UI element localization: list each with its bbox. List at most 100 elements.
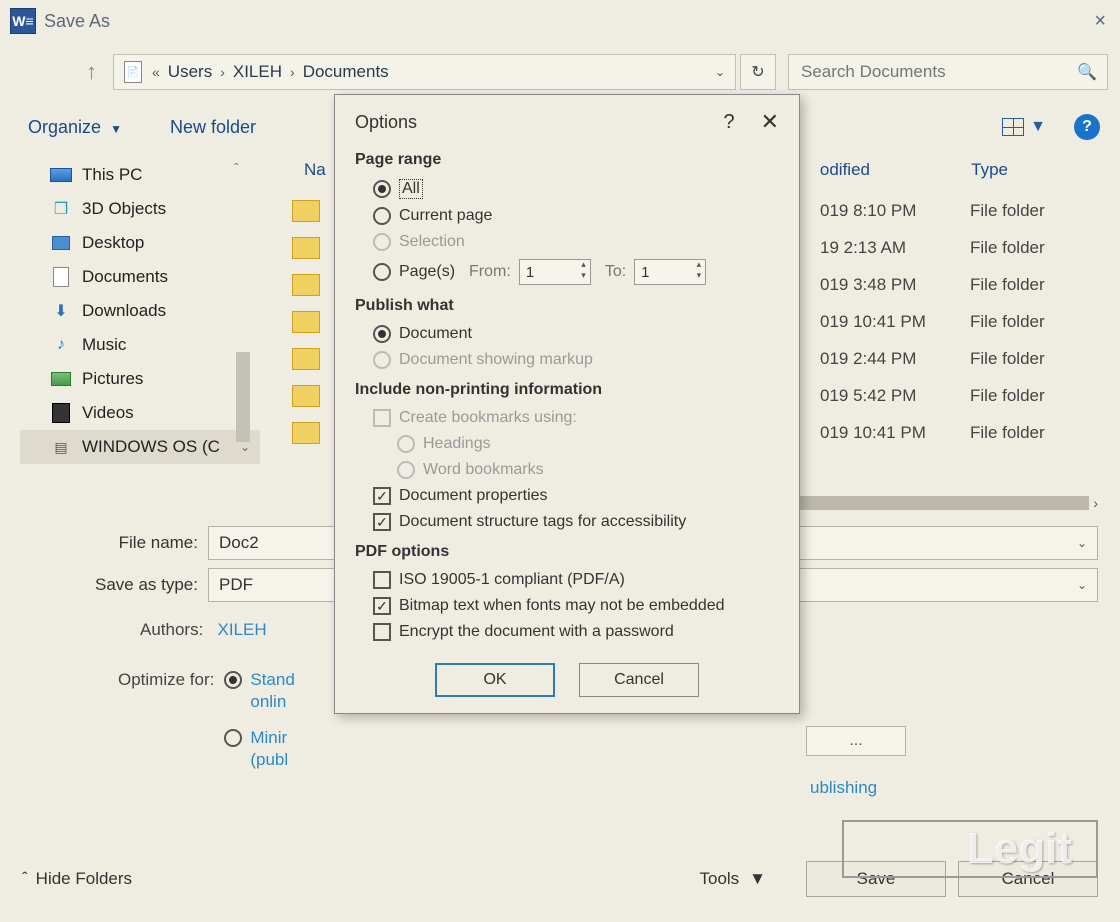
page-range-pages-label: Page(s) — [399, 263, 455, 281]
optimize-minimum-radio[interactable]: Minir — [224, 728, 294, 748]
vertical-scrollbar[interactable] — [236, 352, 250, 442]
checkbox-icon — [373, 513, 391, 531]
refresh-button[interactable]: ↻ — [740, 54, 776, 90]
pictures-icon — [51, 372, 71, 386]
help-button[interactable]: ? — [1074, 114, 1100, 140]
bookmarks-word-radio: Word bookmarks — [355, 457, 779, 483]
folder-icon — [292, 348, 320, 370]
folder-icon — [292, 385, 320, 407]
iso-compliant-label: ISO 19005-1 compliant (PDF/A) — [399, 571, 625, 589]
pc-icon — [50, 168, 72, 182]
chevron-down-icon[interactable]: ⌄ — [240, 440, 250, 454]
cell-date: 019 10:41 PM — [820, 312, 970, 332]
column-header-type[interactable]: Type — [971, 160, 1008, 180]
bitmap-text-checkbox[interactable]: Bitmap text when fonts may not be embedd… — [355, 593, 779, 619]
radio-icon — [373, 325, 391, 343]
title-bar: W≡ Save As × — [0, 0, 1120, 42]
dropdown-icon[interactable]: ⌄ — [1077, 578, 1087, 592]
page-to-spinner[interactable]: 1 — [634, 259, 706, 285]
sort-indicator-icon[interactable]: ˆ — [234, 160, 239, 176]
dialog-close-button[interactable]: ✕ — [761, 109, 779, 135]
address-bar[interactable]: 📄 « Users › XILEH › Documents ⌄ — [113, 54, 736, 90]
breadcrumb-prefix: « — [152, 64, 160, 80]
publishing-link[interactable]: ublishing — [810, 778, 877, 798]
sidebar-label: Downloads — [82, 301, 166, 321]
folder-icon — [292, 422, 320, 444]
publish-document-radio[interactable]: Document — [355, 321, 779, 347]
desktop-icon — [52, 236, 70, 250]
options-button-truncated[interactable]: ... — [806, 726, 906, 756]
page-range-selection-radio: Selection — [355, 229, 779, 255]
scroll-right-icon[interactable]: › — [1093, 495, 1098, 511]
page-range-current-radio[interactable]: Current page — [355, 203, 779, 229]
authors-value[interactable]: XILEH — [217, 620, 266, 639]
sidebar-item-this-pc[interactable]: This PC — [20, 158, 260, 192]
sidebar-item-desktop[interactable]: Desktop — [20, 226, 260, 260]
publish-markup-radio: Document showing markup — [355, 347, 779, 373]
hide-folders-button[interactable]: ˆ Hide Folders — [22, 869, 132, 889]
radio-icon — [397, 461, 415, 479]
breadcrumb-seg-users[interactable]: Users — [168, 62, 212, 82]
sidebar-item-windows-os[interactable]: ▤WINDOWS OS (C⌄ — [20, 430, 260, 464]
folder-short-icon: 📄 — [124, 61, 142, 83]
iso-compliant-checkbox[interactable]: ISO 19005-1 compliant (PDF/A) — [355, 567, 779, 593]
window-title: Save As — [44, 11, 110, 32]
encrypt-checkbox[interactable]: Encrypt the document with a password — [355, 619, 779, 645]
dialog-help-button[interactable]: ? — [723, 111, 734, 134]
options-ok-button[interactable]: OK — [435, 663, 555, 697]
column-header-name[interactable]: Na — [304, 160, 326, 180]
sidebar-item-pictures[interactable]: Pictures — [20, 362, 260, 396]
search-input[interactable] — [799, 61, 1077, 83]
structure-tags-label: Document structure tags for accessibilit… — [399, 513, 686, 531]
page-from-spinner[interactable]: 1 — [519, 259, 591, 285]
breadcrumb-seg-user[interactable]: XILEH — [233, 62, 282, 82]
sidebar-item-3d-objects[interactable]: ❒3D Objects — [20, 192, 260, 226]
bookmarks-headings-radio: Headings — [355, 431, 779, 457]
cell-type: File folder — [970, 275, 1100, 295]
structure-tags-checkbox[interactable]: Document structure tags for accessibilit… — [355, 509, 779, 535]
publish-document-label: Document — [399, 325, 472, 343]
radio-icon — [224, 729, 242, 747]
address-dropdown-icon[interactable]: ⌄ — [715, 65, 725, 79]
checkbox-icon — [373, 597, 391, 615]
view-mode-button[interactable]: ▼ — [1002, 118, 1046, 136]
create-bookmarks-label: Create bookmarks using: — [399, 409, 577, 427]
sidebar-label: Music — [82, 335, 126, 355]
bookmarks-headings-label: Headings — [423, 435, 491, 453]
search-icon[interactable]: 🔍 — [1077, 62, 1097, 82]
sidebar-item-downloads[interactable]: ⬇Downloads — [20, 294, 260, 328]
navigation-bar: ↑ 📄 « Users › XILEH › Documents ⌄ ↻ 🔍 — [0, 42, 1120, 102]
sidebar-item-documents[interactable]: Documents — [20, 260, 260, 294]
radio-icon — [373, 263, 391, 281]
search-box[interactable]: 🔍 — [788, 54, 1108, 90]
videos-icon — [52, 403, 70, 423]
page-range-pages-radio[interactable]: Page(s) From: 1 To: 1 — [355, 255, 779, 289]
up-arrow-icon[interactable]: ↑ — [86, 59, 97, 85]
folder-icon — [292, 200, 320, 222]
page-range-current-label: Current page — [399, 207, 492, 225]
window-close-button[interactable]: × — [1094, 10, 1106, 33]
page-range-all-radio[interactable]: All — [355, 175, 779, 203]
document-properties-checkbox[interactable]: Document properties — [355, 483, 779, 509]
organize-label: Organize — [28, 117, 101, 137]
column-header-modified[interactable]: odified — [820, 160, 870, 180]
cell-date: 019 2:44 PM — [820, 349, 970, 369]
checkbox-icon — [373, 571, 391, 589]
optimize-standard-label: Stand — [250, 670, 294, 690]
chevron-right-icon: › — [220, 64, 225, 80]
tools-button[interactable]: Tools ▼ — [699, 869, 766, 889]
organize-button[interactable]: Organize ▼ — [28, 117, 122, 138]
new-folder-button[interactable]: New folder — [170, 117, 256, 138]
optimize-minimum-label: Minir — [250, 728, 287, 748]
dropdown-icon[interactable]: ⌄ — [1077, 536, 1087, 550]
options-cancel-button[interactable]: Cancel — [579, 663, 699, 697]
sidebar-item-music[interactable]: ♪Music — [20, 328, 260, 362]
radio-icon — [373, 351, 391, 369]
optimize-standard-radio[interactable]: Stand — [224, 670, 294, 690]
radio-icon — [397, 435, 415, 453]
sidebar-item-videos[interactable]: Videos — [20, 396, 260, 430]
options-dialog: Options ? ✕ Page range All Current page … — [334, 94, 800, 714]
file-name-value: Doc2 — [219, 533, 259, 553]
cell-date: 019 8:10 PM — [820, 201, 970, 221]
breadcrumb-seg-documents[interactable]: Documents — [303, 62, 389, 82]
